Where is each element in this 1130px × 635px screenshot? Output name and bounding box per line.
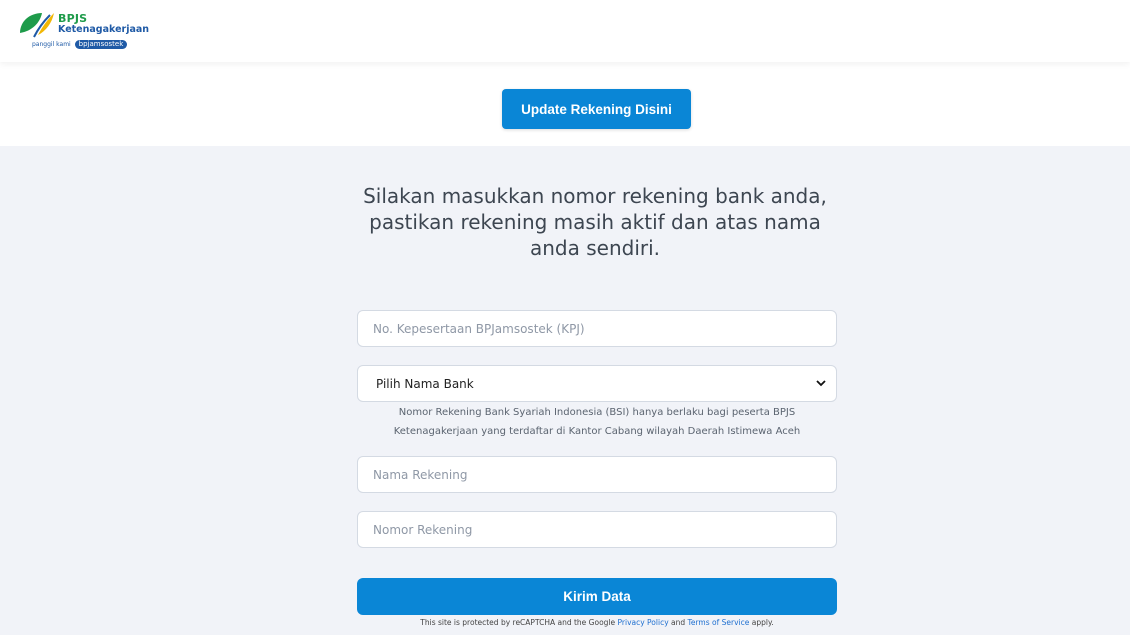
kpj-input[interactable]: No. Kepesertaan BPJamsostek (KPJ) [357,310,837,347]
recaptcha-suffix: apply. [751,618,774,627]
hero-section: Update Rekening Disini [0,62,1130,146]
chevron-down-icon [816,377,826,390]
account-name-placeholder: Nama Rekening [373,467,468,482]
kpj-input-placeholder: No. Kepesertaan BPJamsostek (KPJ) [373,321,585,336]
privacy-policy-link[interactable]: Privacy Policy [618,618,669,627]
terms-of-service-link[interactable]: Terms of Service [688,618,750,627]
recaptcha-prefix: This site is protected by reCAPTCHA and … [420,618,616,627]
bpjs-leaf-logo-icon [20,13,54,38]
bank-select-value: Pilih Nama Bank [376,376,474,391]
recaptcha-and: and [671,618,686,627]
logo-brand-subtext: Ketenagakerjaan [58,24,150,35]
form-heading-line: pastikan rekening masih aktif dan atas n… [369,210,821,234]
update-account-button[interactable]: Update Rekening Disini [502,89,691,129]
account-form-section: Silakan masukkan nomor rekening bank and… [0,146,1130,635]
account-number-input[interactable]: Nomor Rekening [357,511,837,548]
bpjs-logo[interactable]: BPJS Ketenagakerjaan panggil kami bpjams… [18,9,150,53]
recaptcha-notice: This site is protected by reCAPTCHA and … [357,618,837,627]
logo-tagline-badge: bpjamsostek [74,40,128,49]
bsi-note-line: Nomor Rekening Bank Syariah Indonesia (B… [398,407,796,418]
submit-button[interactable]: Kirim Data [357,578,837,615]
bank-select[interactable]: Pilih Nama Bank [357,365,837,402]
bsi-note-line: Ketenagakerjaan yang terdaftar di Kantor… [393,426,801,437]
account-number-placeholder: Nomor Rekening [373,522,473,537]
form-heading-line: Silakan masukkan nomor rekening bank and… [363,184,827,208]
form-heading: Silakan masukkan nomor rekening bank and… [345,183,845,261]
top-navbar: BPJS Ketenagakerjaan panggil kami bpjams… [0,0,1130,62]
form-heading-line: anda sendiri. [529,236,661,260]
bsi-note: Nomor Rekening Bank Syariah Indonesia (B… [357,403,837,441]
logo-tagline: panggil kami bpjamsostek [32,40,128,49]
logo-tagline-prefix: panggil kami [32,41,71,48]
account-name-input[interactable]: Nama Rekening [357,456,837,493]
